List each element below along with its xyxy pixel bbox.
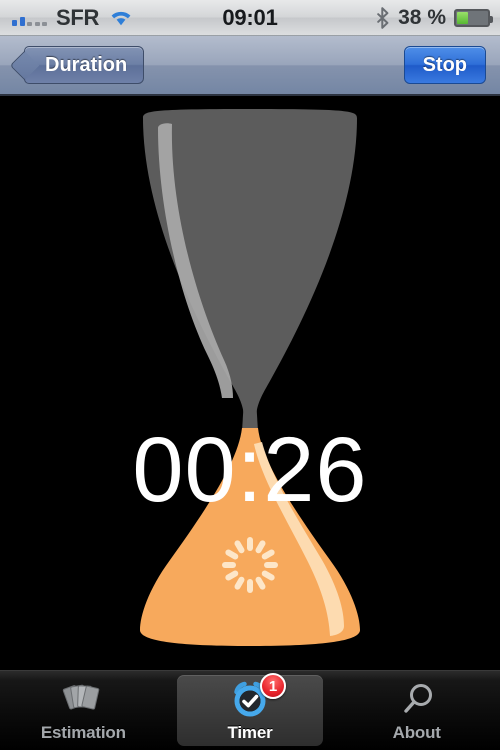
battery-icon (454, 9, 493, 27)
clock-label: 09:01 (222, 5, 278, 30)
stop-button[interactable]: Stop (403, 46, 486, 84)
magnifier-icon (394, 679, 440, 721)
tab-timer-badge: 1 (260, 673, 286, 699)
tab-bar: Estimation 1 Timer About (0, 670, 500, 750)
signal-strength-icon (12, 10, 47, 26)
tab-estimation-label: Estimation (40, 723, 126, 742)
battery-percent-label: 38 % (398, 6, 446, 29)
back-button-label: Duration (45, 53, 128, 76)
wifi-icon (111, 11, 131, 25)
navigation-bar: Duration Stop (0, 36, 500, 96)
tab-estimation[interactable]: Estimation (0, 671, 167, 750)
tab-timer-label: Timer (227, 723, 273, 742)
hourglass-top-bulb (143, 109, 357, 420)
battery-fill (457, 12, 469, 24)
tab-about-label: About (392, 723, 441, 742)
bluetooth-icon (377, 7, 389, 29)
carrier-label: SFR (56, 4, 100, 30)
stop-button-label: Stop (422, 53, 467, 76)
status-bar: SFR 09:01 38 % (0, 0, 500, 36)
hourglass-icon (140, 109, 360, 646)
timer-content-area: 00:26 (0, 98, 500, 670)
tab-timer[interactable]: 1 Timer (167, 671, 334, 750)
app-root: SFR 09:01 38 % Duration Stop 00:26 Estim… (0, 0, 500, 750)
cards-stack-icon (60, 679, 106, 721)
back-button-duration[interactable]: Duration (24, 46, 145, 84)
status-bar-left: SFR (12, 5, 134, 31)
countdown-timer-display: 00:26 (132, 419, 368, 521)
status-bar-right: 38 % (375, 0, 493, 36)
tab-about[interactable]: About (333, 671, 500, 750)
